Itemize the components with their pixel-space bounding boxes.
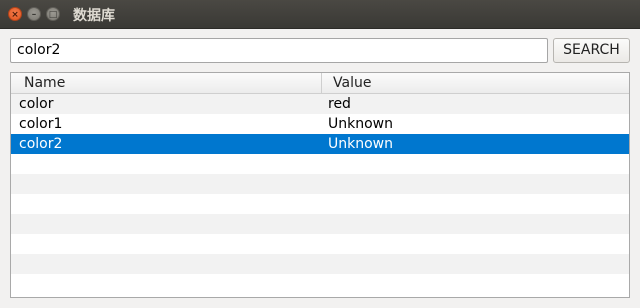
- column-divider[interactable]: [321, 73, 322, 93]
- close-window-button[interactable]: ×: [8, 7, 22, 21]
- column-header-name[interactable]: Name: [24, 73, 65, 93]
- cell-value: Unknown: [328, 116, 393, 132]
- empty-row: [11, 234, 629, 254]
- empty-row: [11, 274, 629, 294]
- table-row[interactable]: color red: [11, 94, 629, 114]
- title-bar: × – □ 数据库: [0, 0, 640, 29]
- minimize-window-button[interactable]: –: [27, 7, 41, 21]
- app-window: × – □ 数据库 color2 SEARCH Name Value color…: [0, 0, 640, 308]
- empty-row: [11, 194, 629, 214]
- empty-row: [11, 254, 629, 274]
- cell-value: red: [328, 96, 351, 112]
- cell-name: color: [19, 96, 54, 112]
- search-button[interactable]: SEARCH: [553, 38, 630, 63]
- empty-row: [11, 154, 629, 174]
- empty-row: [11, 214, 629, 234]
- cell-name: color1: [19, 116, 63, 132]
- cell-value: Unknown: [328, 136, 393, 152]
- table-header: Name Value: [11, 73, 629, 94]
- search-input[interactable]: color2: [10, 38, 548, 63]
- maximize-window-button[interactable]: □: [46, 7, 60, 21]
- empty-row: [11, 174, 629, 194]
- results-table: Name Value color red color1 Unknown colo…: [10, 72, 630, 298]
- table-row-selected[interactable]: color2 Unknown: [11, 134, 629, 154]
- table-body: color red color1 Unknown color2 Unknown: [11, 94, 629, 294]
- window-title: 数据库: [73, 8, 115, 24]
- table-row[interactable]: color1 Unknown: [11, 114, 629, 134]
- column-header-value[interactable]: Value: [333, 73, 371, 93]
- cell-name: color2: [19, 136, 63, 152]
